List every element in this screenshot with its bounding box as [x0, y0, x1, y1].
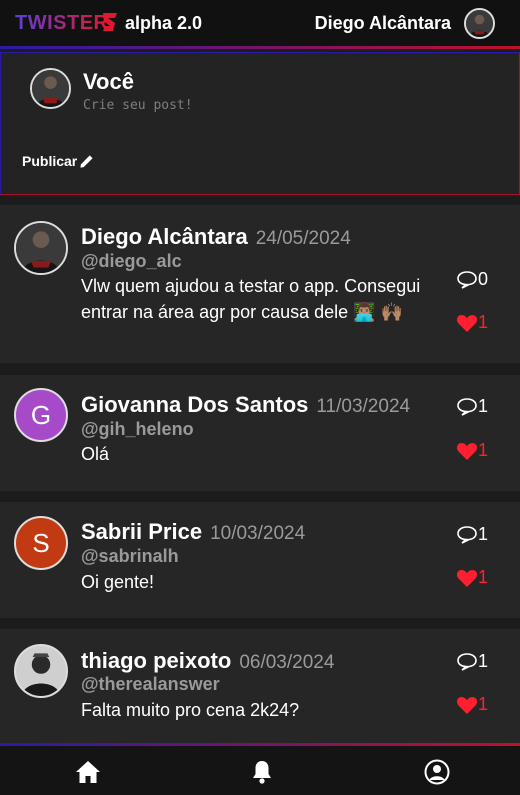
post-text: Vlw quem ajudou a testar o app. Consegui…	[81, 276, 421, 322]
like-count: 1	[478, 312, 489, 332]
like-button[interactable]: 1	[456, 694, 488, 715]
header-avatar[interactable]	[464, 8, 495, 39]
comment-count: 1	[478, 396, 489, 416]
comment-icon	[457, 270, 477, 289]
user-photo-icon	[32, 70, 69, 107]
post-avatar[interactable]	[14, 644, 68, 698]
composer-avatar	[30, 68, 71, 109]
post-card: G Giovanna Dos Santos 11/03/2024 @gih_hel…	[0, 375, 520, 491]
app-version: alpha 2.0	[125, 13, 203, 33]
comment-icon	[457, 525, 477, 544]
post-author-name: Giovanna Dos Santos	[81, 392, 309, 417]
heart-icon	[456, 696, 478, 714]
post-author[interactable]: Diego Alcântara 24/05/2024	[81, 224, 351, 250]
post-avatar[interactable]	[14, 221, 68, 275]
publish-label: Publicar	[22, 153, 78, 169]
post-text: Falta muito pro cena 2k24?	[81, 700, 300, 720]
nav-notifications[interactable]	[248, 758, 276, 786]
nav-home[interactable]	[74, 758, 102, 786]
header-user-name[interactable]: Diego Alcântara	[315, 13, 451, 34]
comment-button[interactable]: 1	[456, 651, 488, 672]
comment-icon	[457, 652, 477, 671]
like-count: 1	[478, 440, 489, 460]
heart-icon	[456, 569, 478, 587]
top-bar: TWISTER alpha 2.0 Diego Alcântara	[0, 0, 520, 48]
post-handle[interactable]: @gih_heleno	[81, 419, 194, 440]
nav-profile[interactable]	[423, 758, 451, 786]
bottom-nav	[0, 746, 520, 795]
post-composer: Você Publicar	[0, 52, 520, 195]
post-input[interactable]	[83, 96, 233, 142]
post-date: 24/05/2024	[255, 228, 351, 249]
like-count: 1	[478, 567, 489, 587]
post-author[interactable]: thiago peixoto 06/03/2024	[81, 648, 334, 674]
heart-icon	[456, 442, 478, 460]
user-photo-icon	[466, 10, 493, 37]
post-avatar[interactable]: S	[14, 516, 68, 570]
composer-user-name: Você	[83, 69, 134, 94]
post-handle[interactable]: @sabrinalh	[81, 546, 179, 567]
app-logo[interactable]: TWISTER	[15, 12, 109, 35]
post-card: S Sabrii Price 10/03/2024 @sabrinalh Oi g…	[0, 502, 520, 618]
post-date: 10/03/2024	[210, 523, 306, 544]
comment-count: 1	[478, 651, 489, 671]
like-count: 1	[478, 694, 489, 714]
post-date: 11/03/2024	[316, 396, 411, 417]
comment-button[interactable]: 0	[456, 269, 488, 290]
comment-count: 0	[478, 269, 489, 289]
user-photo-icon	[16, 223, 66, 273]
like-button[interactable]: 1	[456, 567, 488, 588]
logo-mark-icon	[103, 13, 117, 31]
avatar-letter: S	[32, 527, 50, 558]
post-text: Oi gente!	[81, 572, 155, 592]
header-divider	[0, 46, 520, 49]
post-author-name: Diego Alcântara	[81, 224, 248, 249]
comment-icon	[457, 397, 477, 416]
like-button[interactable]: 1	[456, 312, 488, 333]
like-button[interactable]: 1	[456, 440, 488, 461]
comment-count: 1	[478, 524, 489, 544]
post-author-name: Sabrii Price	[81, 519, 203, 544]
post-card: thiago peixoto 06/03/2024 @therealanswer …	[0, 629, 520, 743]
profile-icon	[424, 759, 450, 785]
comment-button[interactable]: 1	[456, 524, 488, 545]
home-icon	[76, 761, 100, 783]
user-photo-icon	[16, 646, 66, 696]
post-author[interactable]: Sabrii Price 10/03/2024	[81, 519, 305, 545]
post-card: Diego Alcântara 24/05/2024 @diego_alc Vlw…	[0, 205, 520, 363]
post-text: Olá	[81, 444, 110, 464]
bell-icon	[253, 761, 271, 784]
post-author-name: thiago peixoto	[81, 648, 232, 673]
post-handle[interactable]: @diego_alc	[81, 251, 182, 272]
post-author[interactable]: Giovanna Dos Santos 11/03/2024	[81, 392, 410, 418]
post-date: 06/03/2024	[239, 652, 335, 673]
publish-button[interactable]: Publicar	[22, 153, 94, 169]
post-handle[interactable]: @therealanswer	[81, 674, 220, 695]
pencil-icon	[80, 154, 93, 168]
post-avatar[interactable]: G	[14, 388, 68, 442]
comment-button[interactable]: 1	[456, 396, 488, 417]
avatar-letter: G	[30, 399, 52, 430]
heart-icon	[456, 314, 478, 332]
